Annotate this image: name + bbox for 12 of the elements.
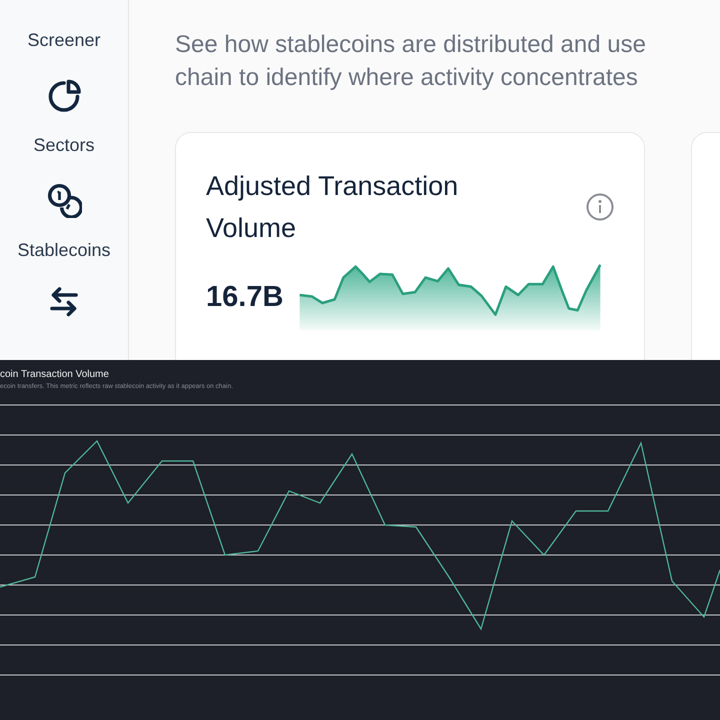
coins-icon xyxy=(48,184,82,218)
sidebar-item[interactable]: Stablecoins xyxy=(17,240,111,261)
sidebar-item[interactable]: Screener xyxy=(27,30,101,51)
info-icon[interactable] xyxy=(586,193,614,221)
chart-title: coin Transaction Volume xyxy=(0,369,110,380)
description-line: chain to identify where activity concentrates xyxy=(175,63,639,93)
sidebar-item[interactable]: Sectors xyxy=(33,135,95,156)
description-line: See how stablecoins are distributed and use xyxy=(175,30,647,60)
card-title: Adjusted Transaction Volume xyxy=(206,170,460,245)
swap-arrows-icon[interactable] xyxy=(50,287,78,316)
pie-chart-icon xyxy=(48,80,81,112)
metric-value: 16.7B xyxy=(206,280,284,314)
